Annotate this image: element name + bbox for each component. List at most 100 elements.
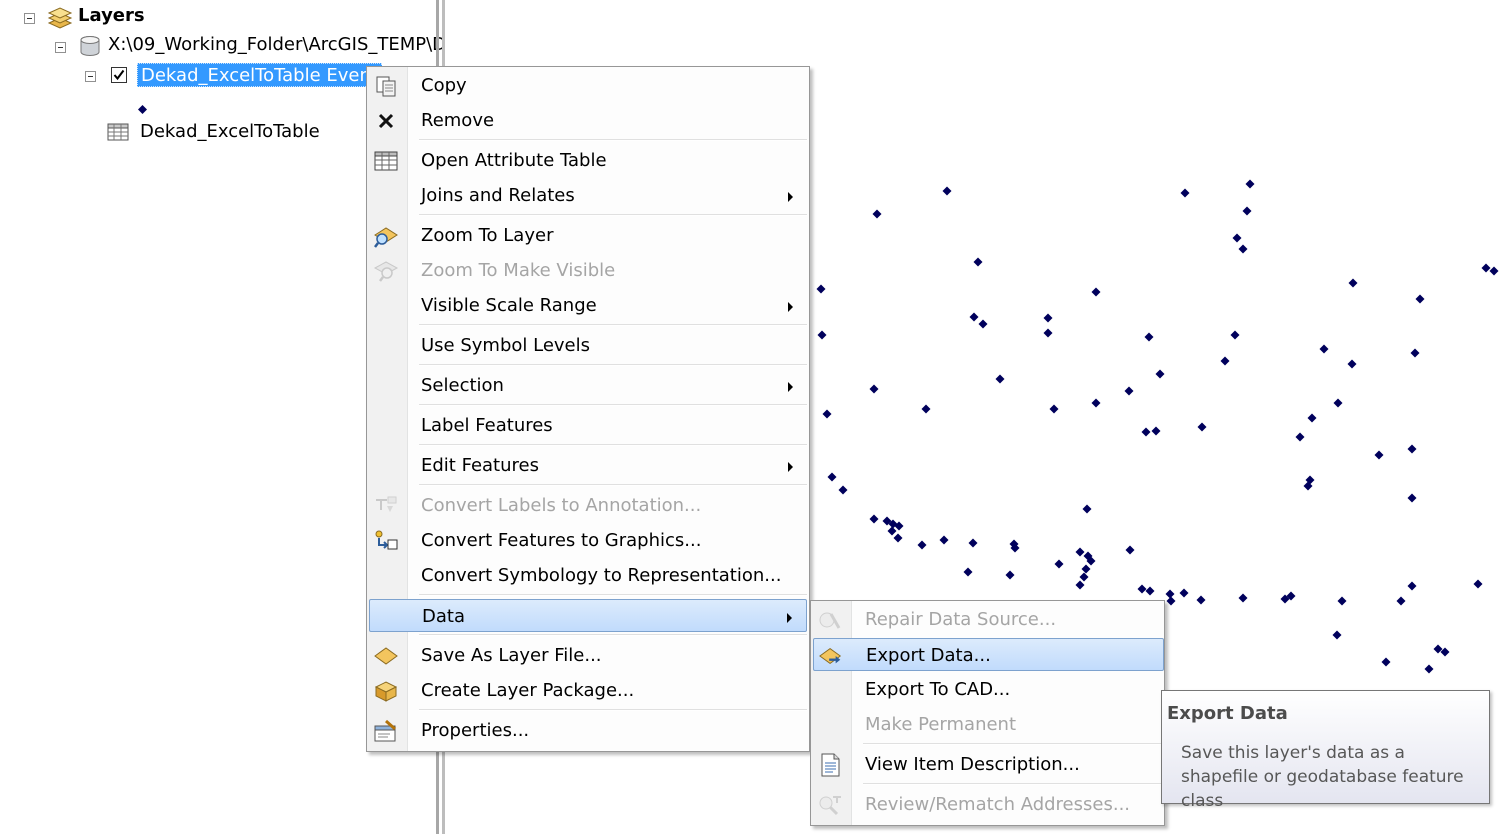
map-point[interactable] (869, 514, 879, 524)
map-point[interactable] (1166, 596, 1176, 606)
map-point[interactable] (1137, 584, 1147, 594)
map-point[interactable] (822, 409, 832, 419)
map-point[interactable] (1220, 356, 1230, 366)
map-point[interactable] (1180, 188, 1190, 198)
map-point[interactable] (1348, 278, 1358, 288)
map-point[interactable] (1075, 580, 1085, 590)
map-point[interactable] (1481, 263, 1491, 273)
menu-item-zoom-to-layer[interactable]: Zoom To Layer (369, 219, 807, 252)
menu-item-label-features[interactable]: Label Features (369, 409, 807, 442)
map-point[interactable] (1155, 369, 1165, 379)
map-point[interactable] (1407, 444, 1417, 454)
map-point[interactable] (887, 526, 897, 536)
map-point[interactable] (973, 257, 983, 267)
map-point[interactable] (1381, 657, 1391, 667)
map-point[interactable] (995, 374, 1005, 384)
map-point[interactable] (968, 538, 978, 548)
submenu-item-make-permanent[interactable]: Make Permanent (813, 708, 1164, 741)
collapse-layer-toggle[interactable] (85, 71, 96, 82)
map-point[interactable] (869, 384, 879, 394)
map-point[interactable] (1307, 413, 1317, 423)
map-point[interactable] (1333, 398, 1343, 408)
map-point[interactable] (817, 330, 827, 340)
menu-item-convert-symbology-to-representation[interactable]: Convert Symbology to Representation... (369, 559, 807, 592)
map-point[interactable] (1079, 572, 1089, 582)
menu-item-save-as-layer-file[interactable]: Save As Layer File... (369, 639, 807, 672)
menu-item-open-attribute-table[interactable]: Open Attribute Table (369, 144, 807, 177)
submenu-item-view-item-description[interactable]: View Item Description... (813, 748, 1164, 781)
map-point[interactable] (978, 319, 988, 329)
collapse-source-toggle[interactable] (55, 42, 66, 53)
map-point[interactable] (1230, 330, 1240, 340)
collapse-layers-toggle[interactable] (24, 13, 35, 24)
map-point[interactable] (1407, 493, 1417, 503)
menu-item-visible-scale-range[interactable]: Visible Scale Range (369, 289, 807, 322)
map-point[interactable] (1337, 596, 1347, 606)
menu-item-create-layer-package[interactable]: Create Layer Package... (369, 674, 807, 707)
map-point[interactable] (1043, 328, 1053, 338)
map-point[interactable] (1145, 586, 1155, 596)
map-point[interactable] (1295, 432, 1305, 442)
menu-item-use-symbol-levels[interactable]: Use Symbol Levels (369, 329, 807, 362)
map-point[interactable] (1124, 386, 1134, 396)
map-point[interactable] (1179, 588, 1189, 598)
map-point[interactable] (1332, 630, 1342, 640)
submenu-item-export-data[interactable]: Export Data... (813, 638, 1164, 671)
map-point[interactable] (1005, 570, 1015, 580)
map-point[interactable] (1374, 450, 1384, 460)
map-point[interactable] (1144, 332, 1154, 342)
menu-item-zoom-to-make-visible[interactable]: Zoom To Make Visible (369, 254, 807, 287)
menu-item-data[interactable]: Data (369, 599, 807, 632)
map-point[interactable] (1049, 404, 1059, 414)
menu-item-convert-labels-to-annotation[interactable]: Convert Labels to Annotation... (369, 489, 807, 522)
map-point[interactable] (942, 186, 952, 196)
menu-item-joins-and-relates[interactable]: Joins and Relates (369, 179, 807, 212)
map-point[interactable] (1238, 244, 1248, 254)
data-source-path[interactable]: X:\09_Working_Folder\ArcGIS_TEMP\D (108, 34, 446, 55)
map-point[interactable] (1319, 344, 1329, 354)
map-point[interactable] (921, 404, 931, 414)
map-point[interactable] (1082, 504, 1092, 514)
map-point[interactable] (1238, 593, 1248, 603)
submenu-item-repair-data-source[interactable]: Repair Data Source... (813, 603, 1164, 636)
map-point[interactable] (1075, 547, 1085, 557)
menu-item-properties[interactable]: Properties... (369, 714, 807, 747)
menu-item-selection[interactable]: Selection (369, 369, 807, 402)
submenu-item-review-rematch-addresses[interactable]: Review/Rematch Addresses... (813, 788, 1164, 821)
map-point[interactable] (1424, 664, 1434, 674)
map-point[interactable] (872, 209, 882, 219)
map-point[interactable] (1415, 294, 1425, 304)
map-point[interactable] (838, 485, 848, 495)
map-point[interactable] (917, 540, 927, 550)
menu-item-copy[interactable]: Copy (369, 69, 807, 102)
map-point[interactable] (1043, 313, 1053, 323)
map-point[interactable] (1081, 564, 1091, 574)
map-point[interactable] (939, 535, 949, 545)
layers-root-label[interactable]: Layers (78, 5, 145, 26)
map-point[interactable] (1196, 595, 1206, 605)
map-point[interactable] (1473, 579, 1483, 589)
menu-item-remove[interactable]: Remove (369, 104, 807, 137)
map-point[interactable] (1242, 206, 1252, 216)
map-point[interactable] (1091, 398, 1101, 408)
selected-layer-name[interactable]: Dekad_ExcelToTable Event (137, 63, 382, 87)
map-point[interactable] (1347, 359, 1357, 369)
map-point[interactable] (1232, 233, 1242, 243)
map-point[interactable] (969, 312, 979, 322)
map-point[interactable] (1125, 545, 1135, 555)
map-point[interactable] (1410, 348, 1420, 358)
standalone-table-name[interactable]: Dekad_ExcelToTable (140, 121, 320, 142)
map-point[interactable] (1141, 427, 1151, 437)
map-point[interactable] (1151, 426, 1161, 436)
map-point[interactable] (1407, 581, 1417, 591)
map-point[interactable] (1197, 422, 1207, 432)
map-point[interactable] (963, 567, 973, 577)
map-point[interactable] (893, 533, 903, 543)
layer-visibility-checkbox[interactable] (111, 67, 127, 83)
map-point[interactable] (1054, 559, 1064, 569)
map-point[interactable] (1489, 266, 1499, 276)
menu-item-convert-features-to-graphics[interactable]: Convert Features to Graphics... (369, 524, 807, 557)
map-point[interactable] (816, 284, 826, 294)
map-point[interactable] (1165, 589, 1175, 599)
point-symbol-icon[interactable] (138, 99, 147, 114)
